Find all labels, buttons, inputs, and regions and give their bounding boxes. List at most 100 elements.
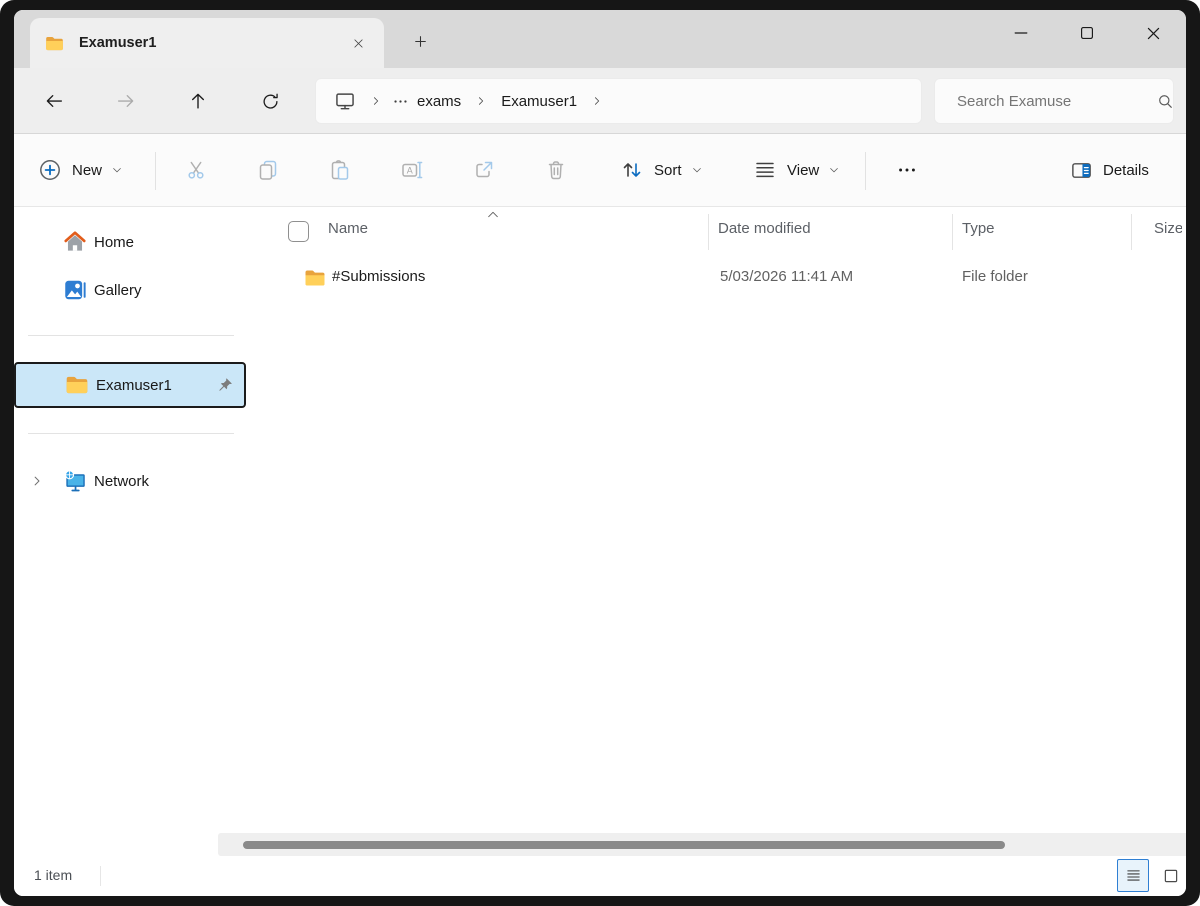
rename-icon: [400, 158, 424, 182]
explorer-tab[interactable]: Examuser1: [30, 18, 384, 68]
sidebar-item-home[interactable]: Home: [14, 220, 246, 264]
details-view-icon: [1125, 867, 1142, 884]
home-icon: [62, 229, 88, 255]
toolbar-divider: [155, 152, 156, 190]
minimize-button[interactable]: [988, 10, 1054, 56]
sidebar-item-label: Gallery: [94, 281, 142, 299]
status-divider: [100, 866, 101, 886]
navigation-bar: exams Examuser1: [14, 68, 1186, 134]
navigation-pane: Home Gallery Examuser1 Network: [14, 207, 250, 856]
chevron-down-icon: [691, 164, 703, 176]
file-name: #Submissions: [332, 268, 426, 285]
file-explorer-window: Examuser1 exams Examuser1 Search Examuse…: [14, 10, 1186, 896]
new-button-label: New: [72, 161, 103, 179]
view-icon: [753, 158, 777, 182]
up-icon: [187, 90, 209, 112]
share-icon: [472, 158, 496, 182]
close-button[interactable]: [1120, 10, 1186, 56]
screen: Examuser1 exams Examuser1 Search Examuse…: [0, 0, 1200, 906]
item-count: 1 item: [34, 867, 73, 883]
sort-button-label: Sort: [654, 161, 682, 179]
details-button[interactable]: Details: [1062, 150, 1157, 190]
breadcrumb-chevron-icon: [591, 95, 603, 107]
column-header-date-modified[interactable]: Date modified: [718, 220, 811, 237]
toolbar: New Sort View Details: [14, 134, 1186, 207]
folder-icon: [44, 33, 65, 54]
breadcrumb-overflow-button[interactable]: [390, 89, 411, 114]
gallery-icon: [62, 277, 88, 303]
sidebar-item-gallery[interactable]: Gallery: [14, 268, 246, 312]
forward-button[interactable]: [104, 79, 148, 123]
titlebar: Examuser1: [14, 10, 1186, 68]
network-icon: [62, 468, 88, 494]
folder-icon: [303, 266, 327, 290]
delete-button[interactable]: [536, 150, 576, 190]
maximize-icon: [1077, 23, 1097, 43]
file-row-submissions[interactable]: #Submissions 5/03/2026 11:41 AM File fol…: [250, 258, 1186, 298]
details-view-toggle[interactable]: [1117, 859, 1149, 892]
breadcrumb-chevron-icon: [475, 95, 487, 107]
paste-icon: [328, 158, 352, 182]
back-icon: [43, 90, 65, 112]
status-bar: 1 item: [14, 856, 1186, 896]
tab-title: Examuser1: [79, 35, 157, 51]
refresh-icon: [260, 91, 281, 112]
this-pc-icon[interactable]: [334, 90, 356, 112]
view-button-label: View: [787, 161, 820, 179]
column-resize-handle[interactable]: [1131, 214, 1132, 250]
select-all-checkbox[interactable]: [288, 221, 309, 242]
scrollbar-thumb[interactable]: [243, 841, 1005, 849]
details-icon: [1070, 159, 1093, 182]
column-resize-handle[interactable]: [708, 214, 709, 250]
search-box: [934, 78, 1174, 124]
rename-button[interactable]: [392, 150, 432, 190]
breadcrumb-chevron-icon: [370, 95, 382, 107]
address-bar[interactable]: exams Examuser1: [315, 78, 922, 124]
column-header-name[interactable]: Name: [328, 220, 368, 237]
sidebar-divider: [28, 433, 234, 434]
view-button[interactable]: View: [745, 150, 848, 190]
search-input[interactable]: [957, 92, 1156, 110]
toolbar-divider: [865, 152, 866, 190]
forward-icon: [115, 90, 137, 112]
column-header-type[interactable]: Type: [962, 220, 995, 237]
breadcrumb-item-exams[interactable]: exams: [411, 89, 467, 114]
sidebar-item-label: Home: [94, 233, 135, 251]
large-icons-view-toggle[interactable]: [1155, 859, 1186, 892]
tab-close-button[interactable]: [344, 29, 372, 57]
expand-chevron-icon[interactable]: [30, 474, 44, 488]
folder-icon: [64, 372, 90, 398]
cut-button[interactable]: [176, 150, 216, 190]
sidebar-item-network[interactable]: Network: [14, 459, 246, 503]
refresh-button[interactable]: [248, 79, 292, 123]
large-icons-view-icon: [1162, 867, 1180, 885]
paste-button[interactable]: [320, 150, 360, 190]
breadcrumb-item-examuser1[interactable]: Examuser1: [495, 89, 583, 114]
new-tab-icon: [412, 33, 429, 50]
column-header-size[interactable]: Size: [1154, 220, 1182, 238]
overflow-ellipsis-icon: [392, 93, 409, 110]
back-button[interactable]: [32, 79, 76, 123]
file-type: File folder: [962, 268, 1028, 285]
copy-button[interactable]: [248, 150, 288, 190]
minimize-icon: [1011, 23, 1031, 43]
chevron-down-icon: [111, 164, 123, 176]
sidebar-item-label: Examuser1: [96, 376, 172, 394]
file-date-modified: 5/03/2026 11:41 AM: [720, 268, 854, 285]
window-controls: [988, 10, 1186, 56]
sidebar-divider: [28, 335, 234, 336]
new-tab-button[interactable]: [402, 24, 438, 58]
sidebar-item-examuser1[interactable]: Examuser1: [14, 362, 246, 408]
column-resize-handle[interactable]: [952, 214, 953, 250]
new-button[interactable]: New: [30, 150, 131, 190]
horizontal-scrollbar[interactable]: [218, 833, 1186, 856]
sort-button[interactable]: Sort: [612, 150, 711, 190]
sidebar-item-label: Network: [94, 472, 150, 490]
more-options-button[interactable]: [887, 150, 927, 190]
delete-icon: [544, 158, 568, 182]
search-icon[interactable]: [1156, 92, 1175, 111]
share-button[interactable]: [464, 150, 504, 190]
maximize-button[interactable]: [1054, 10, 1120, 56]
window-frame: Examuser1 exams Examuser1 Search Examuse…: [0, 0, 1200, 906]
up-button[interactable]: [176, 79, 220, 123]
